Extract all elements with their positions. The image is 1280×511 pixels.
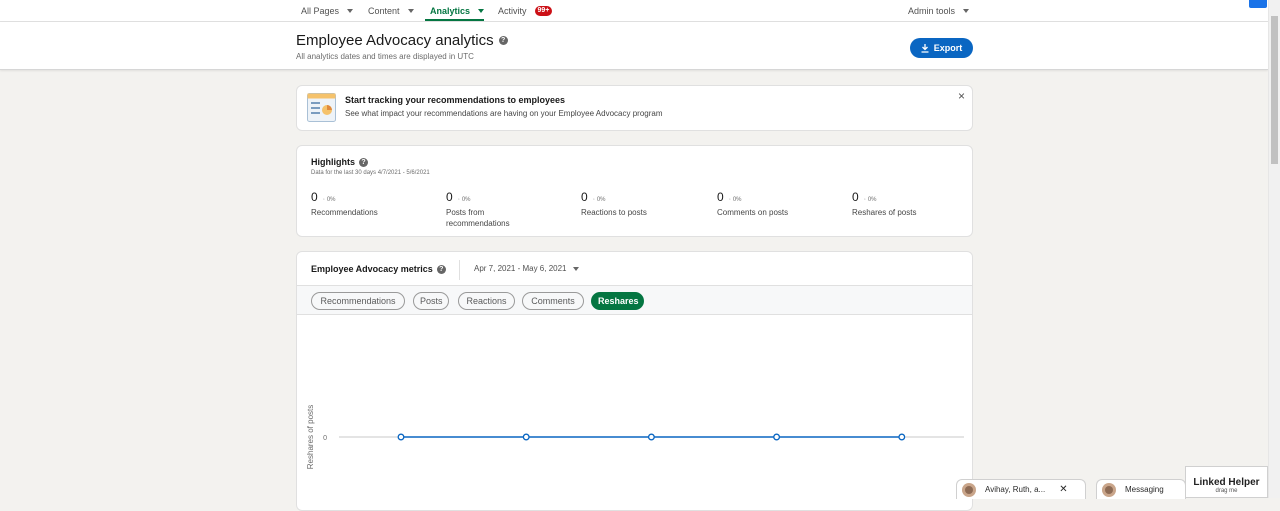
trend-icon: ◦: [322, 197, 325, 203]
help-icon[interactable]: ?: [436, 264, 446, 274]
page-title: Employee Advocacy analytics ?: [296, 32, 508, 49]
chevron-down-icon: [963, 9, 970, 13]
metric-value: 0: [717, 190, 724, 204]
data-point: [397, 433, 405, 441]
export-button[interactable]: Export: [910, 38, 973, 58]
trend-icon: ◦: [592, 197, 595, 203]
metric-change: 0%: [732, 197, 742, 203]
metric-label: Posts from recommendations: [446, 208, 510, 228]
pill-recommendations[interactable]: Recommendations: [311, 292, 405, 310]
pill-reshares[interactable]: Reshares: [591, 292, 644, 310]
highlights-title-text: Highlights: [311, 157, 355, 167]
pill-posts[interactable]: Posts: [413, 292, 449, 310]
metric-change: 0%: [596, 197, 606, 203]
metric-value: 0: [581, 190, 588, 204]
metrics-title: Employee Advocacy metrics ?: [311, 264, 446, 274]
chevron-down-icon: [572, 266, 579, 271]
download-icon: [921, 43, 929, 53]
report-illustration-icon: [307, 93, 336, 122]
date-range-label: Apr 7, 2021 - May 6, 2021: [474, 264, 567, 273]
scroll-thumb[interactable]: [1271, 16, 1278, 164]
trend-icon: ◦: [457, 197, 460, 203]
linked-helper-drag: drag me: [1215, 488, 1238, 494]
banner-description: See what impact your recommendations are…: [345, 109, 663, 118]
metric-value: 0: [311, 190, 318, 204]
linked-helper-widget[interactable]: Linked Helper drag me: [1185, 466, 1268, 498]
data-point: [647, 433, 655, 441]
metric-value: 0: [852, 190, 859, 204]
notification-badge: 99+: [534, 6, 553, 16]
close-icon[interactable]: ×: [958, 90, 965, 102]
metric-pill-bar: Recommendations Posts Reactions Comments…: [297, 285, 972, 315]
metric-change: 0%: [461, 197, 471, 203]
nav-admin-tools-label: Admin tools: [908, 6, 956, 16]
metric-label: Reshares of posts: [852, 208, 917, 217]
metric-recommendations: 0 ◦ 0% Recommendations: [311, 190, 421, 218]
metrics-title-text: Employee Advocacy metrics: [311, 264, 433, 274]
y-axis-label: Reshares of posts: [306, 405, 315, 469]
data-point: [773, 433, 781, 441]
chat-tab[interactable]: Avihay, Ruth, a... ✕: [956, 479, 1086, 499]
messaging-label: Messaging: [1125, 485, 1164, 494]
metric-reactions: 0 ◦ 0% Reactions to posts: [581, 190, 691, 218]
date-range-select[interactable]: Apr 7, 2021 - May 6, 2021: [474, 264, 579, 273]
metric-comments: 0 ◦ 0% Comments on posts: [717, 190, 827, 218]
pill-comments[interactable]: Comments: [522, 292, 584, 310]
extension-button[interactable]: [1249, 0, 1267, 8]
metric-change: 0%: [867, 197, 877, 203]
help-icon[interactable]: ?: [359, 157, 368, 167]
trend-icon: ◦: [863, 197, 866, 203]
export-label: Export: [933, 43, 963, 53]
chat-tab-label: Avihay, Ruth, a...: [985, 485, 1046, 494]
y-tick-label: 0: [323, 435, 327, 442]
chevron-down-icon: [407, 9, 414, 13]
metric-label: Comments on posts: [717, 208, 789, 217]
metric-change: 0%: [326, 197, 336, 203]
page-subtitle: All analytics dates and times are displa…: [296, 52, 474, 61]
highlights-card: Highlights ? Data for the last 30 days 4…: [296, 145, 973, 237]
data-point: [522, 433, 530, 441]
chevron-down-icon: [478, 9, 485, 13]
avatar: [1102, 482, 1116, 497]
metric-posts-from-recommendations: 0 ◦ 0% Posts from recommendations: [446, 190, 536, 229]
metrics-card: Employee Advocacy metrics ? Apr 7, 2021 …: [296, 251, 973, 511]
tracking-banner: Start tracking your recommendations to e…: [296, 85, 973, 131]
close-icon[interactable]: ✕: [1059, 484, 1067, 495]
scrollbar[interactable]: [1268, 0, 1280, 498]
nav-all-pages-label: All Pages: [301, 6, 340, 16]
avatar: [962, 482, 976, 497]
metric-reshares: 0 ◦ 0% Reshares of posts: [852, 190, 962, 218]
nav-activity[interactable]: Activity 99+: [498, 0, 553, 22]
divider: [459, 260, 460, 280]
highlights-date-range: Data for the last 30 days 4/7/2021 - 5/6…: [311, 170, 430, 176]
active-tab-indicator: [425, 19, 484, 21]
nav-all-pages[interactable]: All Pages: [301, 0, 354, 22]
metric-label: Reactions to posts: [581, 208, 647, 217]
trend-icon: ◦: [728, 197, 731, 203]
highlights-title: Highlights ?: [311, 157, 368, 167]
banner-title: Start tracking your recommendations to e…: [345, 95, 566, 105]
metric-value: 0: [446, 190, 453, 204]
page-header: Employee Advocacy analytics ? All analyt…: [0, 22, 1268, 70]
nav-admin-tools[interactable]: Admin tools: [908, 0, 970, 22]
nav-content[interactable]: Content: [368, 0, 414, 22]
nav-activity-label: Activity: [498, 6, 527, 16]
metric-label: Recommendations: [311, 208, 378, 217]
messaging-tab[interactable]: Messaging: [1096, 479, 1186, 499]
data-point: [898, 433, 906, 441]
top-nav: All Pages Content Analytics Activity 99+…: [0, 0, 1268, 22]
reshares-line-chart: Reshares of posts 0: [306, 405, 964, 469]
nav-content-label: Content: [368, 6, 400, 16]
linked-helper-title: Linked Helper: [1193, 477, 1260, 488]
page-title-text: Employee Advocacy analytics: [296, 32, 494, 49]
chevron-down-icon: [347, 9, 354, 13]
pill-reactions[interactable]: Reactions: [458, 292, 515, 310]
help-icon[interactable]: ?: [498, 36, 508, 45]
